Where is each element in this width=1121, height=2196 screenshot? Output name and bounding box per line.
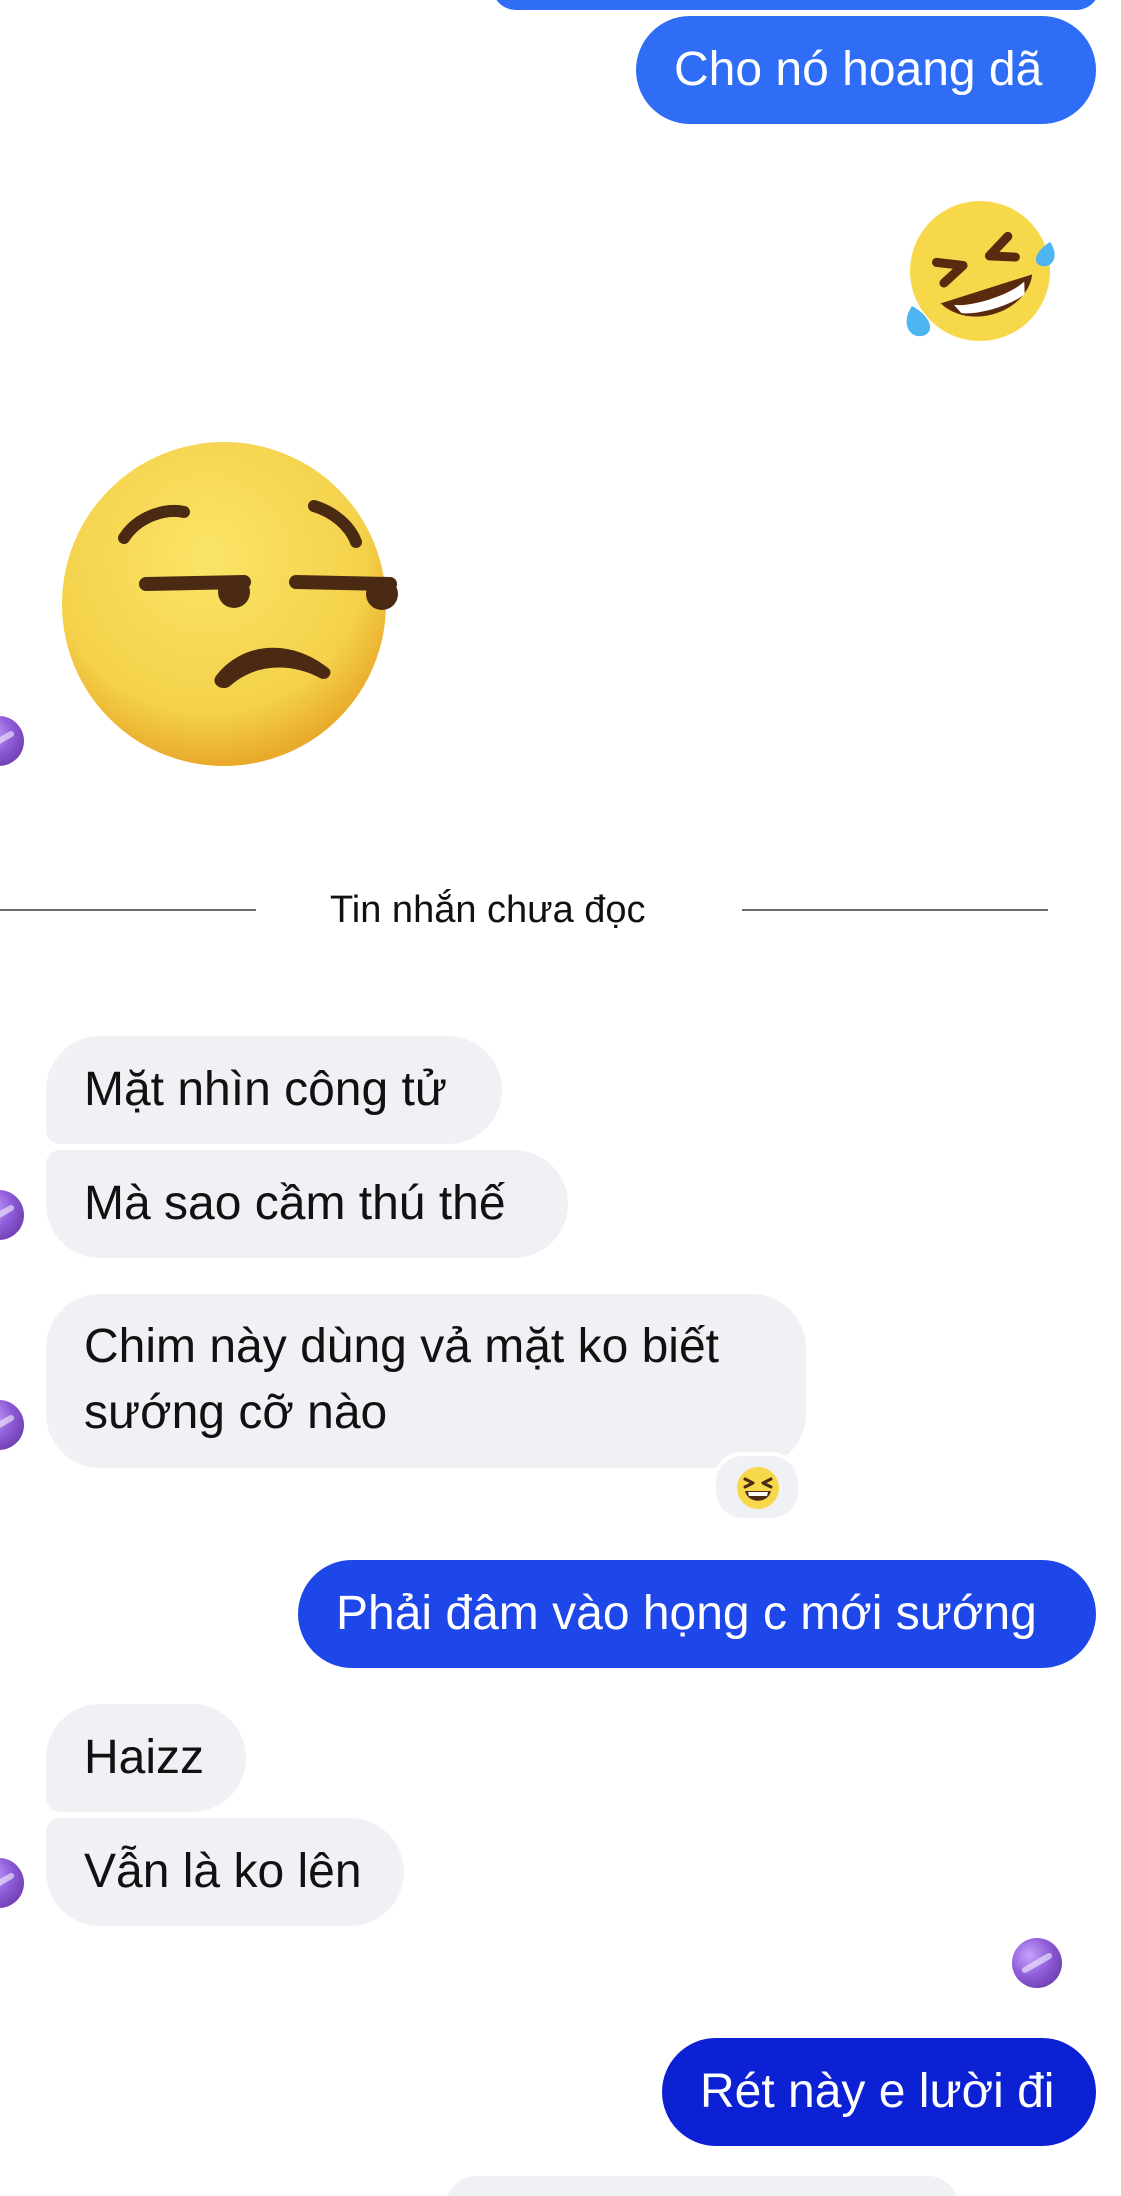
divider-line-left (0, 909, 256, 911)
partial-bubble-bottom[interactable] (446, 2176, 958, 2196)
seen-receipt-avatar (1012, 1938, 1062, 1988)
incoming-message-1[interactable]: Mặt nhìn công tử (46, 1036, 502, 1144)
outgoing-message-2[interactable]: Phải đâm vào họng c mới sướng (298, 1560, 1096, 1668)
message-text: Rét này e lười đi (700, 2065, 1055, 2118)
message-text: Mặt nhìn công tử (84, 1063, 447, 1116)
incoming-message-4[interactable]: Haizz (46, 1704, 246, 1812)
unamused-face-emoji[interactable] (58, 442, 404, 770)
incoming-message-5[interactable]: Vẫn là ko lên (46, 1818, 404, 1926)
chat-screen: Cho nó hoang dã Tin nhắn chưa đọc Mặt nh… (0, 0, 1121, 2196)
contact-avatar[interactable] (0, 1190, 24, 1240)
incoming-message-3[interactable]: Chim này dùng vả mặt ko biết sướng cỡ nà… (46, 1294, 806, 1468)
contact-avatar[interactable] (0, 1858, 24, 1908)
unread-divider-label: Tin nhắn chưa đọc (330, 889, 646, 931)
contact-avatar[interactable] (0, 1400, 24, 1450)
outgoing-message-1[interactable]: Cho nó hoang dã (636, 16, 1096, 124)
message-text: Cho nó hoang dã (674, 43, 1043, 96)
partial-outgoing-bubble-top[interactable] (492, 0, 1100, 10)
message-text: Phải đâm vào họng c mới sướng (336, 1587, 1037, 1640)
divider-line-right (742, 909, 1048, 911)
incoming-message-2[interactable]: Mà sao cầm thú thế (46, 1150, 568, 1258)
message-text: Mà sao cầm thú thế (84, 1177, 506, 1230)
rolling-on-the-floor-laughing-emoji[interactable] (900, 196, 1060, 346)
message-text-line-2: sướng cỡ nào (84, 1386, 388, 1439)
contact-avatar[interactable] (0, 716, 24, 766)
message-text-line-1: Chim này dùng vả mặt ko biết (84, 1320, 719, 1373)
message-text: Haizz (84, 1731, 205, 1784)
grinning-squinting-face-emoji (737, 1467, 779, 1509)
outgoing-message-3[interactable]: Rét này e lười đi (662, 2038, 1096, 2146)
message-text: Vẫn là ko lên (84, 1845, 362, 1898)
message-reaction[interactable] (712, 1452, 802, 1522)
